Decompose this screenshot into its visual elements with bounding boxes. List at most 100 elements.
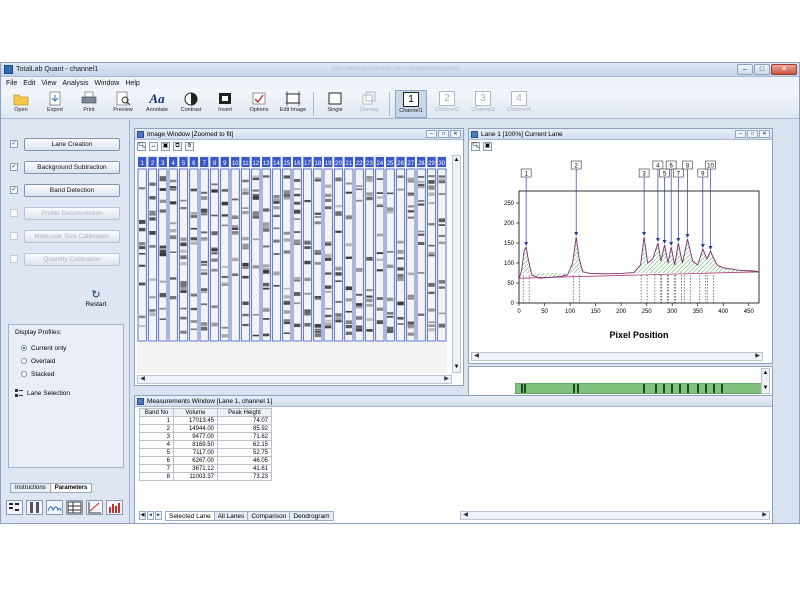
bar-chart-view-icon[interactable]	[106, 500, 123, 515]
hand-icon[interactable]: ✋︎	[185, 142, 194, 151]
image-window-close[interactable]: ✕	[450, 130, 461, 138]
menu-analysis[interactable]: Analysis	[62, 80, 88, 87]
tab-all-lanes[interactable]: All Lanes	[213, 511, 249, 521]
tab-next-arrow[interactable]: ▸	[155, 511, 162, 520]
channel4-button[interactable]: 4 Channel4	[503, 90, 535, 118]
lane-strip-vscroll[interactable]: ▲ ▼	[761, 368, 770, 394]
col-band-no[interactable]: Band No	[139, 408, 174, 417]
channel2-button[interactable]: 2 Channel2	[431, 90, 463, 118]
calibration-view-icon[interactable]	[86, 500, 103, 515]
single-view-button[interactable]: Single	[319, 90, 351, 118]
export-button[interactable]: Export	[39, 90, 71, 118]
measurements-hscroll[interactable]: ◀ ▶	[460, 511, 770, 520]
annotate-button[interactable]: Aa Annotate	[141, 90, 173, 118]
tab-comparison[interactable]: Comparison	[247, 511, 291, 521]
open-button[interactable]: Open	[5, 90, 37, 118]
molecular-size-calibration-checkbox[interactable]	[10, 232, 18, 240]
overlay-view-button[interactable]: Overlay	[353, 90, 385, 118]
lanes-view-icon[interactable]	[26, 500, 43, 515]
gel-band	[366, 318, 373, 321]
table-row[interactable]: 4 8169.50 62.15	[139, 440, 272, 449]
image-window-vscroll[interactable]: ▲ ▼	[452, 155, 461, 373]
table-row[interactable]: 1 17013.45 74.07	[139, 416, 272, 425]
lane-window-close[interactable]: ✕	[759, 130, 770, 138]
close-button[interactable]: ✕	[771, 64, 797, 75]
gel-band	[242, 207, 249, 209]
profile-view-icon[interactable]	[46, 500, 63, 515]
maximize-button[interactable]: □	[754, 64, 770, 75]
display-current-only[interactable]: Current only	[21, 343, 66, 353]
table-row[interactable]: 2 14944.00 85.92	[139, 424, 272, 433]
gel-band	[252, 189, 259, 192]
display-stacked[interactable]: Stacked	[21, 369, 55, 379]
zoom-icon[interactable]: 🔍︎	[137, 142, 146, 151]
lane-window-maximize[interactable]: □	[747, 130, 758, 138]
background-subtraction-button[interactable]: Background Subtraction	[24, 161, 120, 174]
gel-view-icon[interactable]	[6, 500, 23, 515]
tab-parameters[interactable]: Parameters	[49, 483, 93, 493]
table-row[interactable]: 8 11003.37 73.23	[139, 472, 272, 481]
edit-image-icon	[285, 91, 301, 106]
lane-window-hscroll[interactable]: ◀ ▶	[471, 352, 763, 361]
table-row[interactable]: 7 3671.12 41.61	[139, 464, 272, 473]
channel3-button[interactable]: 3 Channel3	[467, 90, 499, 118]
print-button[interactable]: Print	[73, 90, 105, 118]
quantity-calibration-button[interactable]: Quantity Calibration	[24, 253, 120, 266]
profile-deconvolution-button[interactable]: Profile Deconvolution	[24, 207, 120, 220]
lane-selection[interactable]: Lane Selection	[15, 389, 70, 397]
image-window-maximize[interactable]: □	[438, 130, 449, 138]
tab-dendrogram[interactable]: Dendrogram	[289, 511, 334, 521]
quantity-calibration-checkbox[interactable]	[10, 255, 18, 263]
invert-button[interactable]: Invert	[209, 90, 241, 118]
background-subtraction-checkbox[interactable]: ✓	[10, 163, 18, 171]
channel3-icon: 3	[475, 91, 491, 106]
preview-button[interactable]: Preview	[107, 90, 139, 118]
gel-band	[387, 210, 394, 214]
radio-stacked[interactable]	[21, 371, 27, 377]
lane-zoom-icon[interactable]: 🔍︎	[471, 142, 480, 151]
table-row[interactable]: 5 7117.00 52.75	[139, 448, 272, 457]
tab-prev-arrow[interactable]: ◂	[147, 511, 154, 520]
table-row[interactable]: 6 6267.00 46.05	[139, 456, 272, 465]
display-overlaid[interactable]: Overlaid	[21, 356, 55, 366]
gel-image[interactable]: 1 2 3 4 5 6 7 8 9 10 11 12 13 14 15 16 17 18 19 20 21 22 23 24 2…	[137, 155, 447, 373]
contrast-button[interactable]: Contrast	[175, 90, 207, 118]
radio-overlaid[interactable]	[21, 358, 27, 364]
channel1-button[interactable]: 1 Channel1	[395, 90, 427, 118]
table-row[interactable]: 3 9477.00 71.62	[139, 432, 272, 441]
col-peak-height[interactable]: Peak Height	[217, 408, 272, 417]
profile-deconvolution-checkbox[interactable]	[10, 209, 18, 217]
menu-edit[interactable]: Edit	[23, 80, 35, 87]
restart-button[interactable]: ↻ Restart	[80, 290, 112, 309]
gel-band	[201, 231, 208, 234]
lane-creation-button[interactable]: Lane Creation	[24, 138, 120, 151]
radio-current-only[interactable]	[21, 345, 27, 351]
band-detection-button[interactable]: Band Detection	[24, 184, 120, 197]
lane-strip-image[interactable]	[515, 383, 769, 394]
edit-image-button[interactable]: Edit Image	[277, 90, 309, 118]
image-window-hscroll[interactable]: ◀ ▶	[137, 375, 452, 384]
menu-window[interactable]: Window	[94, 80, 119, 87]
lane-creation-checkbox[interactable]: ✓	[10, 140, 18, 148]
gel-band	[294, 188, 301, 190]
menu-view[interactable]: View	[41, 80, 56, 87]
gel-band	[387, 326, 394, 330]
col-volume[interactable]: Volume	[173, 408, 218, 417]
select-icon[interactable]: ▣	[161, 142, 170, 151]
lane-fit-icon[interactable]: ▣	[483, 142, 492, 151]
lane-profile-chart[interactable]: 0 50 100 150 200 250 0 50 100 150 200 250 300 350 400 4…	[471, 155, 763, 350]
minimize-button[interactable]: –	[737, 64, 753, 75]
tab-instructions[interactable]: Instructions	[10, 483, 51, 493]
options-button[interactable]: Options	[243, 90, 275, 118]
band-detection-checkbox[interactable]: ✓	[10, 186, 18, 194]
molecular-size-calibration-button[interactable]: Molecular Size Calibration	[24, 230, 120, 243]
menu-file[interactable]: File	[6, 80, 17, 87]
menu-help[interactable]: Help	[125, 80, 139, 87]
lane-window-minimize[interactable]: –	[735, 130, 746, 138]
table-view-icon[interactable]	[66, 500, 83, 515]
image-window-minimize[interactable]: –	[426, 130, 437, 138]
tab-selected-lane[interactable]: Selected Lane	[165, 511, 215, 521]
tab-first-arrow[interactable]: ◀	[139, 511, 146, 520]
fit-icon[interactable]: ↔	[149, 142, 158, 151]
copy-icon[interactable]: ⧉	[173, 142, 182, 151]
